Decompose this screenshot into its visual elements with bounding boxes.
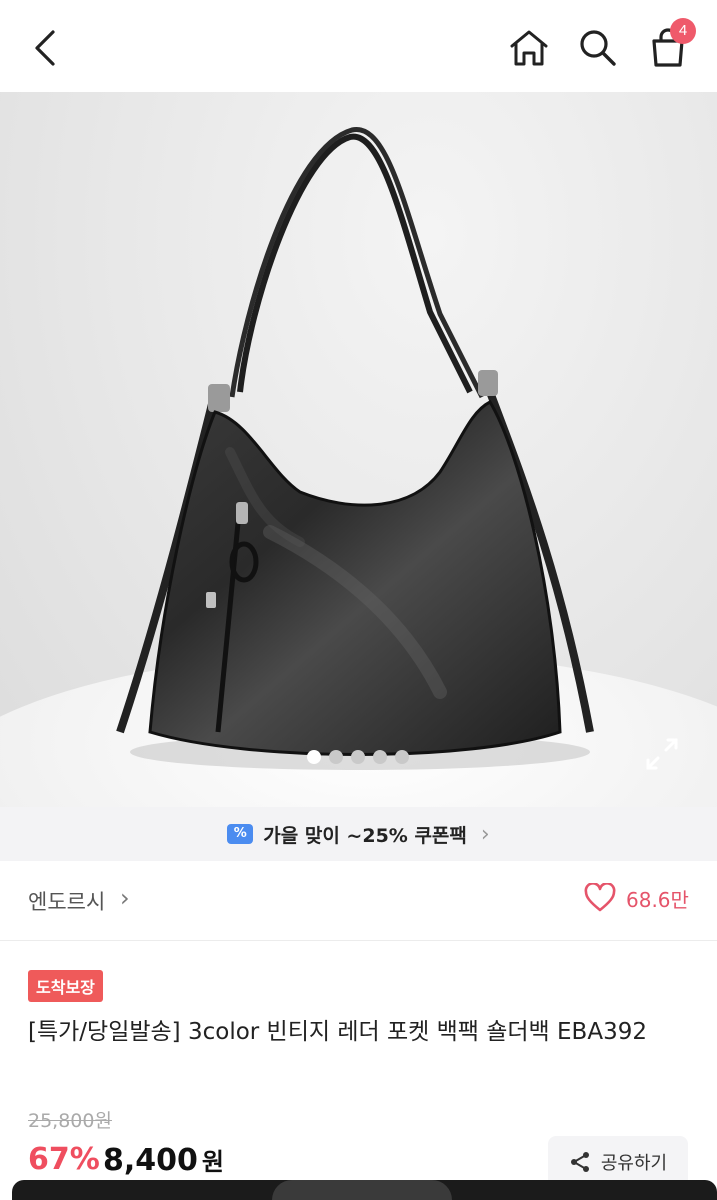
cart-count-badge: 4 [670,18,696,44]
like-count: 68.6만 [626,887,689,912]
carousel-dot[interactable] [395,750,409,764]
discount-rate: 67% [28,1142,100,1177]
product-photo-bag [116,127,594,770]
share-icon [570,1152,589,1172]
bottom-bar-pill[interactable] [272,1180,452,1200]
top-navigation-bar: 4 [0,0,717,92]
sale-price-value: 8,400 [103,1143,198,1178]
cart-button[interactable]: 4 [644,18,696,72]
price-unit: 원 [201,1148,224,1176]
heart-icon [584,883,616,912]
coupon-icon: % [227,824,254,844]
carousel-dot[interactable] [373,750,387,764]
coupon-banner[interactable]: % 가을 맞이 ~25% 쿠폰팩 › [0,807,717,861]
carousel-dot[interactable] [307,750,321,764]
original-price: 25,800원 [28,1110,112,1132]
product-detail-page: 4 % 가을 맞이 ~25% 쿠폰팩 › 엔도르시 › 68.6만 도착보장 [… [0,0,717,1200]
delivery-guarantee-badge: 도착보장 [28,970,103,1002]
brand-name-link[interactable]: 엔도르시 [28,886,105,916]
chevron-left-icon [35,30,55,66]
carousel-dots [307,750,409,764]
brand-row: 엔도르시 › 68.6만 [0,861,717,941]
chevron-right-icon: › [120,884,130,912]
bottom-action-bar [12,1180,717,1200]
sale-price: 8,400 원 [103,1142,224,1178]
expand-image-button[interactable] [640,732,684,776]
back-button[interactable] [22,24,70,72]
product-title: [특가/당일발송] 3color 빈티지 레더 포켓 백팩 숄더백 EBA392 [28,1019,647,1045]
search-icon [580,30,616,66]
carousel-dot[interactable] [329,750,343,764]
search-button[interactable] [574,24,622,72]
chevron-right-icon: › [480,821,490,847]
expand-icon [646,738,678,770]
coupon-text: 가을 맞이 ~25% 쿠폰팩 [263,824,467,847]
home-button[interactable] [505,24,553,72]
share-label: 공유하기 [600,1153,668,1174]
like-button[interactable]: 68.6만 [584,883,689,913]
carousel-dot[interactable] [351,750,365,764]
product-image-gallery[interactable] [0,92,717,807]
home-icon [510,30,548,66]
